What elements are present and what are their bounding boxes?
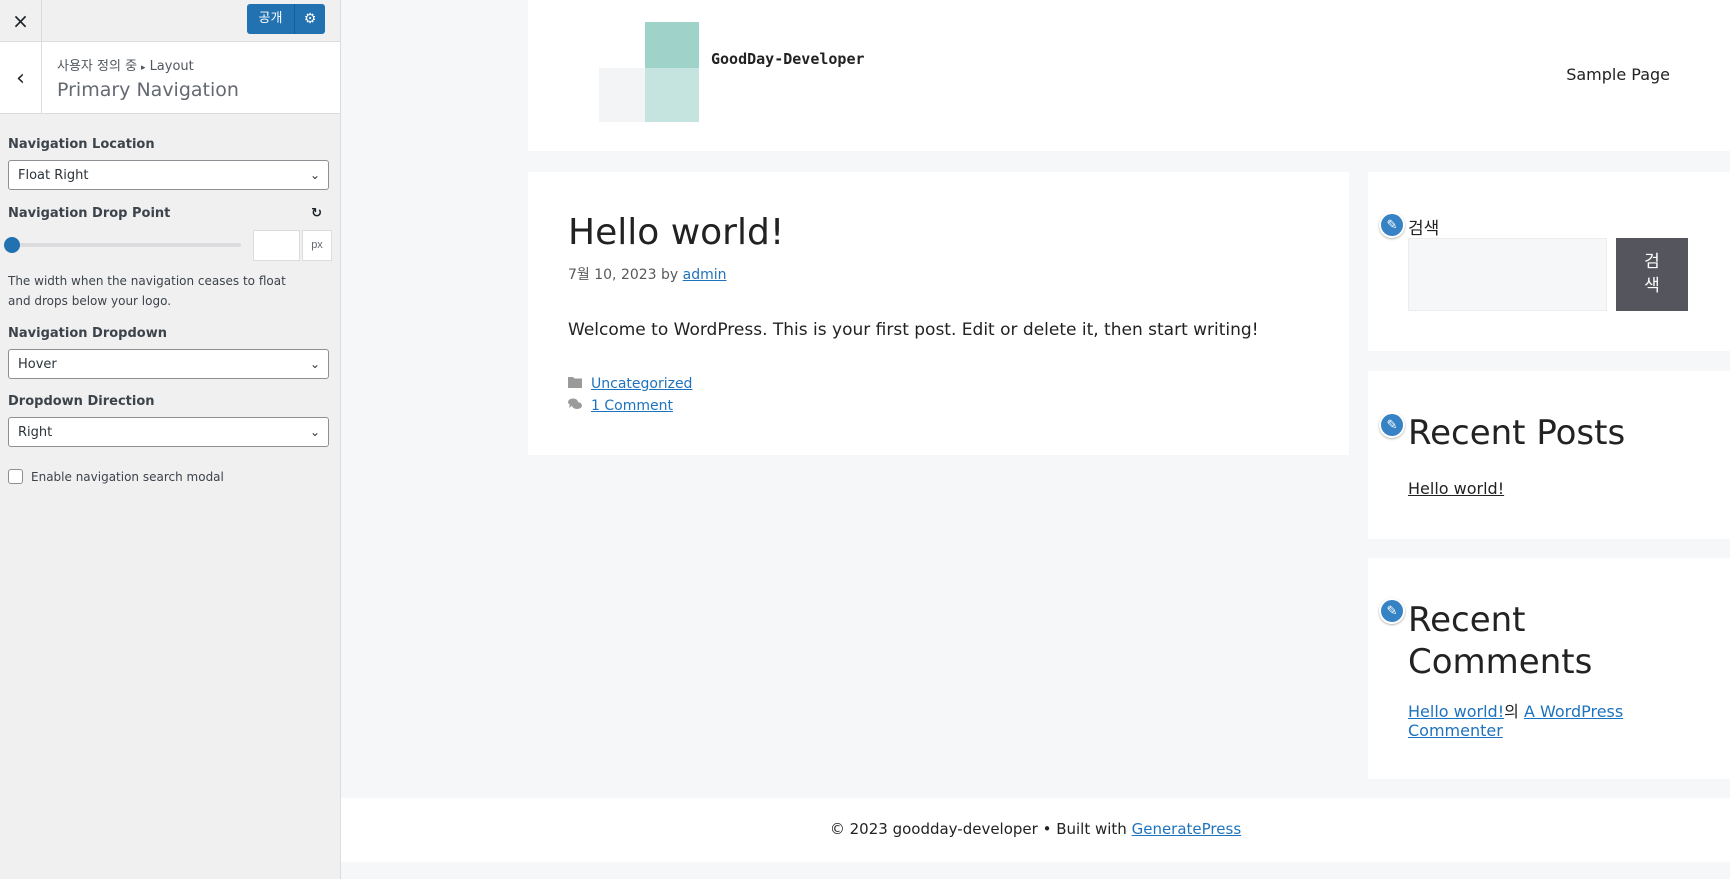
search-input[interactable]	[1408, 238, 1607, 311]
section-title: Primary Navigation	[57, 79, 239, 101]
section-header: ‹ 사용자 정의 중 ▸ Layout Primary Navigation	[0, 42, 340, 114]
post-by: by	[661, 267, 679, 283]
post-article: Hello world! 7월 10, 2023 by admin Welcom…	[528, 172, 1349, 455]
drop-point-description: The width when the navigation ceases to …	[8, 274, 286, 308]
comments-icon	[568, 395, 584, 417]
breadcrumb-separator-icon: ▸	[141, 63, 146, 73]
site-header: GoodDay-Developer Sample Page	[528, 0, 1730, 151]
breadcrumb-child: Layout	[149, 59, 194, 74]
drop-point-unit: px	[302, 229, 332, 261]
close-icon[interactable]: ×	[0, 0, 42, 41]
reset-icon[interactable]: ↻	[311, 206, 322, 221]
slider-handle[interactable]	[4, 237, 20, 253]
folder-icon	[568, 373, 584, 395]
chevron-down-icon: ⌄	[309, 357, 320, 371]
footer-copyright: © 2023 goodday-developer • Built with	[829, 820, 1127, 838]
comments-link[interactable]: 1 Comment	[591, 395, 673, 417]
publish-button[interactable]: 공개 ⚙	[247, 4, 325, 34]
recent-post-link[interactable]: Hello world!	[1408, 479, 1708, 498]
post-content: Welcome to WordPress. This is your first…	[568, 320, 1259, 340]
breadcrumb: 사용자 정의 중 ▸ Layout	[57, 55, 194, 74]
chevron-down-icon: ⌄	[309, 425, 320, 439]
drop-point-label-text: Navigation Drop Point	[8, 206, 171, 221]
nav-dropdown-value: Hover	[18, 356, 57, 372]
edit-pencil-icon[interactable]: ✎	[1379, 598, 1405, 624]
site-logo[interactable]	[599, 22, 699, 122]
search-modal-option[interactable]: Enable navigation search modal	[8, 469, 332, 484]
nav-location-label: Navigation Location	[8, 137, 155, 152]
edit-pencil-icon[interactable]: ✎	[1379, 212, 1405, 238]
recent-comment-item: Hello world!의 A WordPress Commenter	[1408, 702, 1708, 740]
customizer-panel: × 공개 ⚙ ‹ 사용자 정의 중 ▸ Layout Primary Navigat…	[0, 0, 341, 879]
breadcrumb-parent: 사용자 정의 중	[57, 59, 138, 74]
logo-square-top	[645, 22, 699, 68]
post-author-link[interactable]: admin	[683, 267, 727, 283]
search-button-line2: 색	[1644, 276, 1660, 296]
recent-comments-title: Recent Comments	[1408, 600, 1593, 682]
nav-location-select[interactable]: Float Right ⌄	[8, 160, 329, 190]
logo-square-bottom	[645, 68, 699, 122]
recent-posts-widget: ✎ Recent Posts Hello world!	[1368, 371, 1730, 539]
drop-point-label: Navigation Drop Point ↻	[8, 206, 332, 221]
logo-square-left	[599, 68, 645, 122]
footer-text: © 2023 goodday-developer • Built with Ge…	[341, 820, 1730, 838]
nav-dropdown-select[interactable]: Hover ⌄	[8, 349, 329, 379]
publish-label[interactable]: 공개	[247, 4, 295, 34]
drop-point-slider[interactable]	[4, 237, 241, 253]
controls-list: Navigation Location Float Right ⌄ Naviga…	[0, 137, 340, 484]
drop-point-input[interactable]	[253, 229, 300, 261]
edit-pencil-icon[interactable]: ✎	[1379, 412, 1405, 438]
search-modal-label: Enable navigation search modal	[31, 469, 224, 484]
post-footer: Uncategorized 1 Comment	[568, 373, 692, 417]
recent-posts-title: Recent Posts	[1408, 413, 1626, 453]
nav-dropdown-label: Navigation Dropdown	[8, 326, 167, 341]
drop-point-slider-row: px	[4, 229, 332, 261]
site-title[interactable]: GoodDay-Developer	[711, 50, 865, 68]
search-button[interactable]: 검 색	[1616, 238, 1688, 311]
footer-theme-link[interactable]: GeneratePress	[1132, 820, 1242, 838]
dropdown-direction-label: Dropdown Direction	[8, 394, 155, 409]
search-widget-label: 검색	[1408, 219, 1440, 239]
search-modal-checkbox[interactable]	[8, 469, 23, 484]
search-widget: ✎ 검색 검 색	[1368, 172, 1730, 351]
nav-item-sample-page[interactable]: Sample Page	[1566, 65, 1670, 84]
chevron-down-icon: ⌄	[309, 168, 320, 182]
post-date: 7월 10, 2023	[568, 267, 657, 283]
category-link[interactable]: Uncategorized	[591, 373, 692, 395]
gear-icon[interactable]: ⚙	[295, 11, 325, 27]
recent-comments-widget: ✎ Recent Comments Hello world!의 A WordPr…	[1368, 558, 1730, 779]
customizer-header: × 공개 ⚙	[0, 0, 340, 42]
post-meta: 7월 10, 2023 by admin	[568, 264, 727, 284]
site-preview: GoodDay-Developer Sample Page Hello worl…	[341, 0, 1730, 879]
dropdown-direction-select[interactable]: Right ⌄	[8, 417, 329, 447]
nav-location-value: Float Right	[18, 167, 89, 183]
back-icon[interactable]: ‹	[0, 42, 42, 114]
comment-connector: 의	[1504, 702, 1519, 721]
site-footer: © 2023 goodday-developer • Built with Ge…	[341, 798, 1730, 862]
post-title[interactable]: Hello world!	[568, 212, 784, 253]
comment-post-link[interactable]: Hello world!	[1408, 702, 1504, 721]
search-button-line1: 검	[1644, 252, 1660, 272]
dropdown-direction-value: Right	[18, 424, 53, 440]
